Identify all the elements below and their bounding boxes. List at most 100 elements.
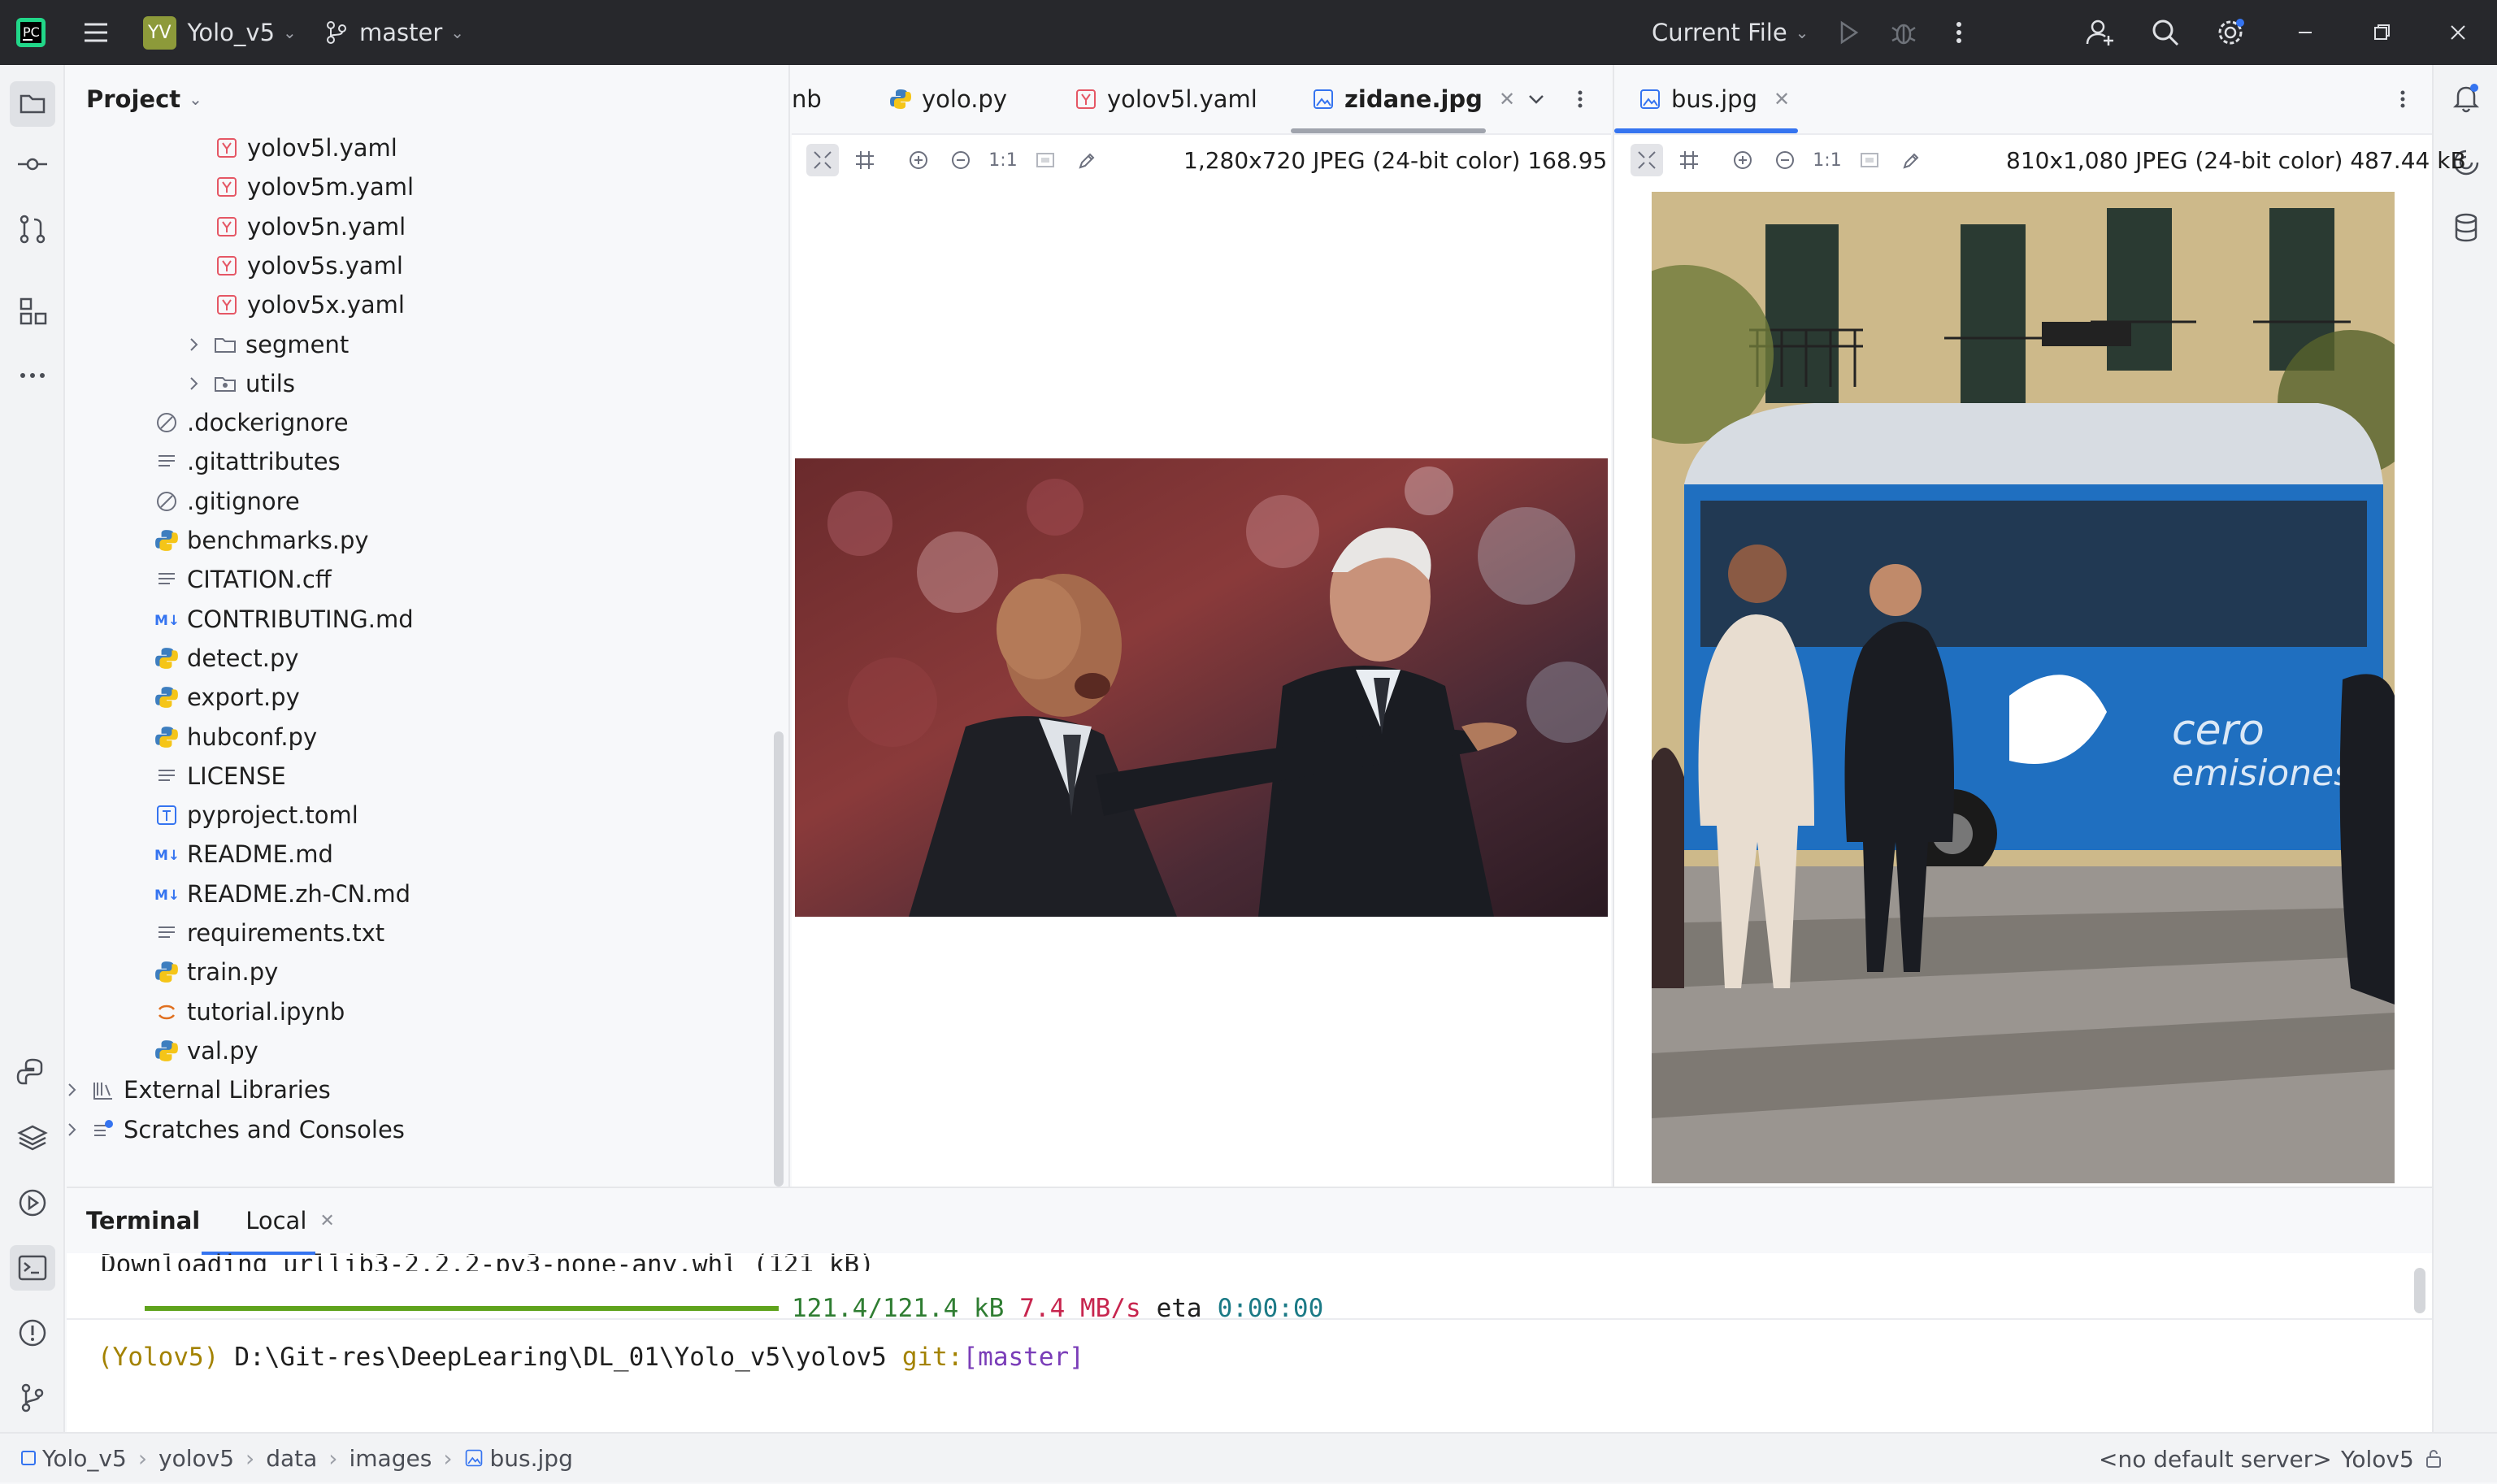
- main-menu-icon[interactable]: [80, 16, 112, 49]
- layers-icon[interactable]: [16, 1122, 49, 1154]
- color-picker-icon[interactable]: [1071, 144, 1104, 176]
- close-icon[interactable]: [2442, 16, 2474, 49]
- interpreter-widget[interactable]: Yolov5: [2341, 1434, 2443, 1484]
- tree-item-benchmarks-py[interactable]: benchmarks.py: [154, 521, 369, 560]
- tab-yolov5l-yaml[interactable]: yolov5l.yaml: [1075, 65, 1257, 133]
- tree-item-pyproject-toml[interactable]: pyproject.toml: [154, 796, 358, 835]
- breadcrumb-item[interactable]: bus.jpg: [464, 1445, 573, 1472]
- tab-more-icon[interactable]: [2395, 65, 2411, 133]
- tabs-dropdown-icon[interactable]: [1525, 65, 1548, 133]
- color-picker-icon[interactable]: [1896, 144, 1928, 176]
- expand-arrow-icon[interactable]: [62, 1119, 83, 1140]
- services-run-icon[interactable]: [16, 1187, 49, 1219]
- terminal-tool-button[interactable]: [10, 1245, 55, 1291]
- tree-item-utils[interactable]: utils: [184, 364, 295, 403]
- breadcrumb-item[interactable]: yolov5: [159, 1445, 234, 1472]
- background-toggle-icon[interactable]: [1029, 144, 1062, 176]
- tree-item-license[interactable]: LICENSE: [154, 757, 286, 796]
- actual-size-button[interactable]: 1:1: [987, 144, 1019, 176]
- tree-item-yolov5s-yaml[interactable]: yolov5s.yaml: [215, 246, 403, 285]
- tree-item-yolov5l-yaml[interactable]: yolov5l.yaml: [215, 128, 397, 167]
- breadcrumb-item[interactable]: images: [350, 1445, 432, 1472]
- server-widget[interactable]: <no default server>: [2099, 1434, 2332, 1484]
- tree-item-readme-zh-cn-md[interactable]: M↓ README.zh-CN.md: [154, 874, 410, 913]
- tree-item-contributing-md[interactable]: M↓ CONTRIBUTING.md: [154, 600, 414, 639]
- tree-item-yolov5n-yaml[interactable]: yolov5n.yaml: [215, 207, 406, 246]
- commit-icon[interactable]: [16, 148, 49, 180]
- tree-item-tutorial-ipynb[interactable]: tutorial.ipynb: [154, 992, 345, 1031]
- run-icon[interactable]: [1832, 16, 1865, 49]
- tree-item-requirements-txt[interactable]: requirements.txt: [154, 913, 384, 952]
- tree-item-external-libraries[interactable]: External Libraries: [62, 1070, 331, 1109]
- notifications-icon[interactable]: [2450, 81, 2482, 114]
- fit-to-screen-icon[interactable]: [806, 144, 839, 176]
- structure-icon[interactable]: [16, 294, 49, 327]
- tab-zidane-jpg[interactable]: zidane.jpg ✕: [1312, 65, 1515, 133]
- tree-item-train-py[interactable]: train.py: [154, 952, 278, 992]
- tree-item-yolov5x-yaml[interactable]: yolov5x.yaml: [215, 285, 405, 324]
- breadcrumb-item[interactable]: Yolo_v5: [21, 1445, 127, 1472]
- tree-item-export-py[interactable]: export.py: [154, 678, 300, 717]
- tree-item-scratches-and-consoles[interactable]: Scratches and Consoles: [62, 1110, 405, 1149]
- restore-icon[interactable]: [2365, 16, 2398, 49]
- zoom-out-icon[interactable]: [945, 144, 977, 176]
- tree-item-detect-py[interactable]: detect.py: [154, 639, 299, 678]
- tree-item-label: .gitignore: [187, 487, 300, 515]
- run-config-selector[interactable]: Current File ⌄: [1652, 0, 1809, 65]
- close-tab-icon[interactable]: ✕: [1499, 88, 1515, 111]
- terminal-scrollbar[interactable]: [2414, 1268, 2425, 1313]
- terminal-tab-local[interactable]: Local ✕: [245, 1207, 335, 1234]
- debug-icon[interactable]: [1887, 16, 1920, 49]
- zoom-in-icon[interactable]: [1726, 144, 1759, 176]
- tree-item-val-py[interactable]: val.py: [154, 1031, 258, 1070]
- tree-item-yolov5m-yaml[interactable]: yolov5m.yaml: [215, 167, 414, 206]
- tree-item-segment[interactable]: segment: [184, 325, 349, 364]
- tree-item-readme-md[interactable]: M↓ README.md: [154, 835, 333, 874]
- terminal-prompt[interactable]: (Yolov5) D:\Git-res\DeepLearing\DL_01\Yo…: [98, 1339, 1084, 1375]
- grid-toggle-icon[interactable]: [849, 144, 881, 176]
- terminal-title[interactable]: Terminal: [86, 1207, 200, 1234]
- pull-requests-icon[interactable]: [16, 213, 49, 245]
- pycharm-logo-icon[interactable]: PC: [15, 16, 47, 49]
- more-actions-icon[interactable]: [1943, 16, 1975, 49]
- expand-arrow-icon[interactable]: [184, 373, 205, 394]
- expand-arrow-icon[interactable]: [184, 334, 205, 355]
- fit-to-screen-icon[interactable]: [1631, 144, 1663, 176]
- tab-nb[interactable]: nb: [792, 65, 822, 133]
- grid-toggle-icon[interactable]: [1673, 144, 1705, 176]
- project-scrollbar[interactable]: [774, 731, 784, 1187]
- tree-item-hubconf-py[interactable]: hubconf.py: [154, 718, 317, 757]
- breadcrumb-item[interactable]: data: [266, 1445, 317, 1472]
- tree-item-label: utils: [245, 369, 295, 397]
- project-tool-button[interactable]: [10, 81, 55, 127]
- git-icon[interactable]: [16, 1382, 49, 1414]
- project-panel-title[interactable]: Project: [86, 85, 180, 113]
- search-icon[interactable]: [2149, 16, 2182, 49]
- database-icon[interactable]: [2450, 211, 2482, 244]
- tree-item-gitattributes[interactable]: .gitattributes: [154, 442, 341, 481]
- close-tab-icon[interactable]: ✕: [319, 1211, 334, 1231]
- project-widget[interactable]: YV Yolo_v5 ⌄: [143, 0, 297, 65]
- chevron-down-icon[interactable]: ⌄: [189, 89, 202, 109]
- problems-icon[interactable]: [16, 1317, 49, 1349]
- zoom-in-icon[interactable]: [902, 144, 935, 176]
- tab-yolo-py[interactable]: yolo.py: [889, 65, 1007, 133]
- expand-arrow-icon[interactable]: [62, 1079, 83, 1100]
- settings-gear-icon[interactable]: [2214, 16, 2247, 49]
- tree-item-citation-cff[interactable]: CITATION.cff: [154, 560, 332, 599]
- add-user-icon[interactable]: [2084, 16, 2117, 49]
- more-tools-icon[interactable]: [16, 359, 49, 392]
- tab-bus-jpg[interactable]: bus.jpg ✕: [1639, 65, 1790, 133]
- tree-item-gitignore[interactable]: .gitignore: [154, 482, 300, 521]
- actual-size-button[interactable]: 1:1: [1811, 144, 1843, 176]
- close-tab-icon[interactable]: ✕: [1774, 88, 1790, 111]
- tree-item-label: benchmarks.py: [187, 527, 369, 554]
- python-console-icon[interactable]: [16, 1057, 49, 1089]
- folder-icon: [213, 332, 237, 357]
- tree-item-dockerignore[interactable]: .dockerignore: [154, 403, 349, 442]
- zoom-out-icon[interactable]: [1769, 144, 1801, 176]
- vcs-branch-widget[interactable]: master ⌄: [325, 0, 464, 65]
- background-toggle-icon[interactable]: [1853, 144, 1886, 176]
- minimize-icon[interactable]: [2289, 16, 2321, 49]
- tab-more-icon[interactable]: [1572, 65, 1588, 133]
